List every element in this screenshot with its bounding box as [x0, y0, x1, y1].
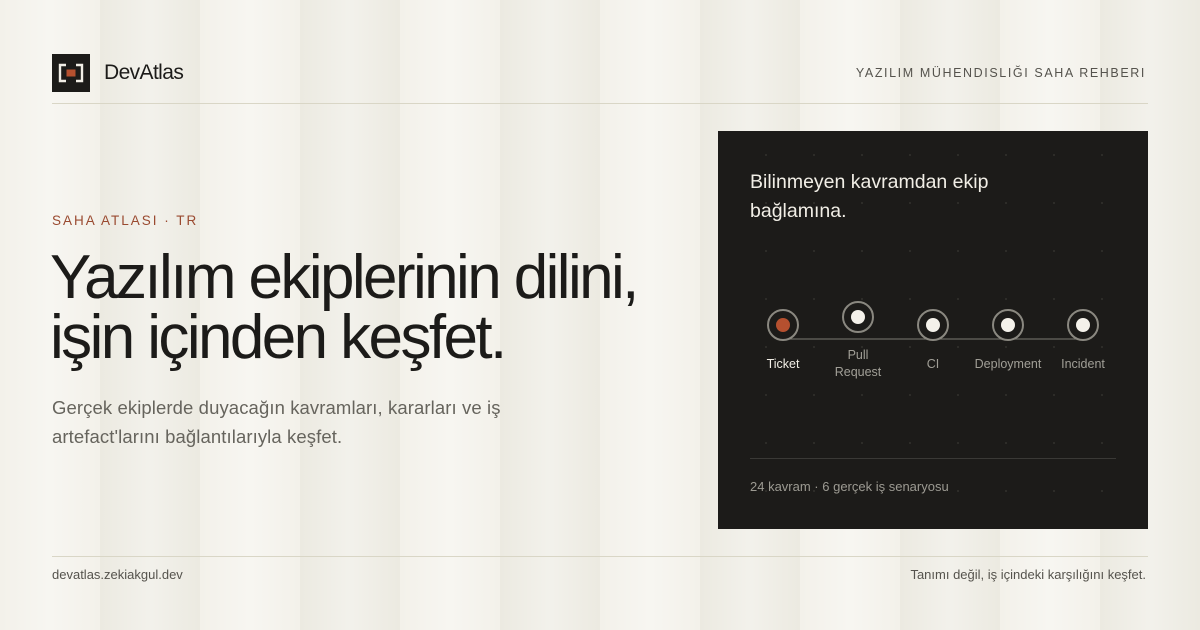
headline-line: Yazılım ekiplerinin dilini, [50, 243, 639, 312]
panel-divider [750, 458, 1116, 459]
flow-node-active[interactable] [776, 318, 790, 332]
flow-node[interactable] [1001, 318, 1015, 332]
footer-tagline: Tanımı değil, iş içindeki karşılığını ke… [910, 567, 1146, 582]
header-divider [52, 103, 1148, 104]
footer-divider [52, 556, 1148, 557]
subtitle-line: Gerçek ekiplerde duyacağın kavramları, k… [52, 397, 501, 418]
logo[interactable] [52, 54, 90, 92]
subtitle: Gerçek ekiplerde duyacağın kavramları, k… [52, 393, 612, 451]
bracket-square-icon [58, 63, 84, 83]
flow-panel: Bilinmeyen kavramdan ekip bağlamına. Tic… [718, 131, 1148, 529]
subtitle-line: artefact'larını bağlantılarıyla keşfet. [52, 426, 343, 447]
eyebrow-label: SAHA ATLASI · TR [52, 213, 199, 228]
headline: Yazılım ekiplerinin dilini, işin içinden… [50, 243, 690, 372]
flow-diagram [767, 301, 1099, 341]
footer-url[interactable]: devatlas.zekiakgul.dev [52, 567, 183, 582]
flow-node[interactable] [851, 310, 865, 324]
flow-node-label-line: Incident [1061, 357, 1105, 371]
brand-name[interactable]: DevAtlas [104, 60, 184, 86]
flow-node-label: Incident [1038, 356, 1128, 373]
panel-stats: 24 kavram · 6 gerçek iş senaryosu [750, 479, 949, 494]
flow-node[interactable] [926, 318, 940, 332]
headline-line: işin içinden keşfet. [50, 303, 507, 372]
flow-node[interactable] [1076, 318, 1090, 332]
header-tagline: YAZILIM MÜHENDISLIĞI SAHA REHBERI [855, 66, 1146, 80]
